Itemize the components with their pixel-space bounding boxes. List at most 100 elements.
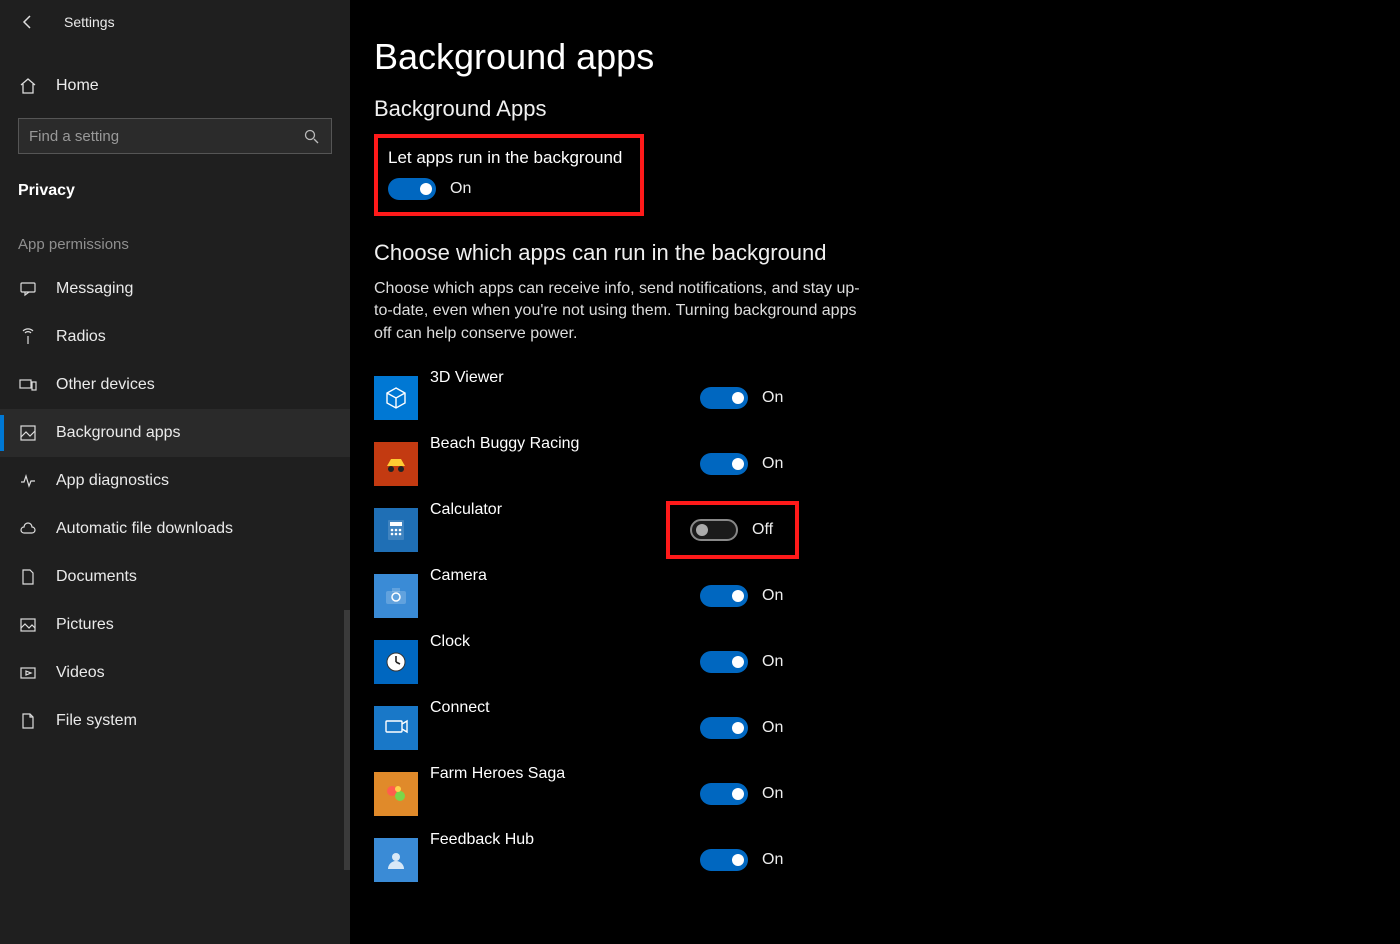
search-icon — [301, 126, 321, 146]
diagnostics-icon — [18, 471, 38, 491]
sidebar-item-messaging[interactable]: Messaging — [0, 265, 350, 313]
app-icon — [374, 772, 418, 816]
app-name: Clock — [430, 629, 690, 651]
nav-label: Videos — [56, 664, 105, 682]
app-toggle-highlight: Off — [666, 501, 799, 559]
app-icon — [374, 574, 418, 618]
app-toggle[interactable] — [700, 651, 748, 673]
sidebar-item-file-system[interactable]: File system — [0, 697, 350, 745]
app-toggle-wrap: On — [690, 711, 793, 745]
master-toggle[interactable] — [388, 178, 436, 200]
sidebar-item-home[interactable]: Home — [0, 62, 350, 110]
background-icon — [18, 423, 38, 443]
app-icon — [374, 706, 418, 750]
app-toggle-wrap: On — [690, 447, 793, 481]
app-toggle[interactable] — [690, 519, 738, 541]
app-toggle-wrap: On — [690, 645, 793, 679]
search-box[interactable] — [18, 118, 332, 154]
section-title-bg-apps: Background Apps — [374, 96, 1400, 122]
sidebar-item-background-apps[interactable]: Background apps — [0, 409, 350, 457]
nav-label: Other devices — [56, 376, 155, 394]
home-label: Home — [56, 77, 99, 95]
chat-icon — [18, 279, 38, 299]
nav-label: File system — [56, 712, 137, 730]
main-panel: Background apps Background Apps Let apps… — [350, 0, 1400, 944]
app-toggle-wrap: On — [690, 843, 793, 877]
devices-icon — [18, 375, 38, 395]
app-toggle-state: On — [762, 653, 783, 671]
nav-label: Background apps — [56, 424, 181, 442]
app-row: 3D Viewer On — [374, 365, 1400, 431]
radio-icon — [18, 327, 38, 347]
master-toggle-label: Let apps run in the background — [388, 148, 622, 168]
sidebar-item-app-diagnostics[interactable]: App diagnostics — [0, 457, 350, 505]
app-toggle[interactable] — [700, 849, 748, 871]
app-row: Connect On — [374, 695, 1400, 761]
app-toggle-state: On — [762, 587, 783, 605]
master-toggle-state: On — [450, 180, 471, 198]
app-row: Feedback Hub On — [374, 827, 1400, 893]
nav-label: App diagnostics — [56, 472, 169, 490]
app-row: Camera On — [374, 563, 1400, 629]
cloud-icon — [18, 519, 38, 539]
app-toggle-state: On — [762, 785, 783, 803]
app-toggle-state: Off — [752, 521, 773, 539]
sidebar-item-other-devices[interactable]: Other devices — [0, 361, 350, 409]
filesystem-icon — [18, 711, 38, 731]
app-toggle-state: On — [762, 455, 783, 473]
app-name: Feedback Hub — [430, 827, 690, 849]
sidebar-item-auto-downloads[interactable]: Automatic file downloads — [0, 505, 350, 553]
app-row: Clock On — [374, 629, 1400, 695]
app-name: Connect — [430, 695, 690, 717]
picture-icon — [18, 615, 38, 635]
app-list: 3D Viewer On Beach Buggy Racing On Calculato… — [374, 365, 1400, 893]
sidebar-item-videos[interactable]: Videos — [0, 649, 350, 697]
app-icon — [374, 442, 418, 486]
choose-description: Choose which apps can receive info, send… — [374, 278, 874, 345]
page-title: Background apps — [374, 36, 1400, 78]
arrow-left-icon — [18, 12, 38, 32]
app-icon — [374, 838, 418, 882]
app-row: Farm Heroes Saga On — [374, 761, 1400, 827]
sidebar-category: Privacy — [0, 154, 350, 206]
nav-label: Documents — [56, 568, 137, 586]
app-toggle-state: On — [762, 389, 783, 407]
nav-label: Messaging — [56, 280, 133, 298]
window-title: Settings — [64, 14, 115, 30]
app-toggle[interactable] — [700, 717, 748, 739]
master-toggle-highlight: Let apps run in the background On — [374, 134, 644, 216]
app-icon — [374, 508, 418, 552]
nav-label: Automatic file downloads — [56, 520, 233, 538]
sidebar-item-pictures[interactable]: Pictures — [0, 601, 350, 649]
app-toggle-wrap: On — [690, 381, 793, 415]
app-toggle[interactable] — [700, 387, 748, 409]
back-button[interactable] — [14, 8, 42, 36]
app-name: Farm Heroes Saga — [430, 761, 690, 783]
app-toggle-state: On — [762, 719, 783, 737]
app-name: Beach Buggy Racing — [430, 431, 690, 453]
sidebar-item-radios[interactable]: Radios — [0, 313, 350, 361]
app-icon — [374, 640, 418, 684]
app-row: Beach Buggy Racing On — [374, 431, 1400, 497]
app-name: Calculator — [430, 497, 690, 519]
app-toggle[interactable] — [700, 585, 748, 607]
document-icon — [18, 567, 38, 587]
sidebar: Settings Home Privacy App permissions — [0, 0, 350, 944]
app-name: 3D Viewer — [430, 365, 690, 387]
nav-label: Radios — [56, 328, 106, 346]
home-icon — [18, 76, 38, 96]
app-row: Calculator Off — [374, 497, 1400, 563]
app-toggle-state: On — [762, 851, 783, 869]
app-toggle[interactable] — [700, 453, 748, 475]
nav-list: Messaging Radios Other devices Backgroun… — [0, 265, 350, 745]
app-icon — [374, 376, 418, 420]
sidebar-item-documents[interactable]: Documents — [0, 553, 350, 601]
section-title-choose: Choose which apps can run in the backgro… — [374, 240, 1400, 266]
app-name: Camera — [430, 563, 690, 585]
sidebar-group-label: App permissions — [0, 206, 350, 259]
video-icon — [18, 663, 38, 683]
nav-label: Pictures — [56, 616, 114, 634]
app-toggle[interactable] — [700, 783, 748, 805]
search-input[interactable] — [29, 128, 301, 145]
app-toggle-wrap: On — [690, 777, 793, 811]
